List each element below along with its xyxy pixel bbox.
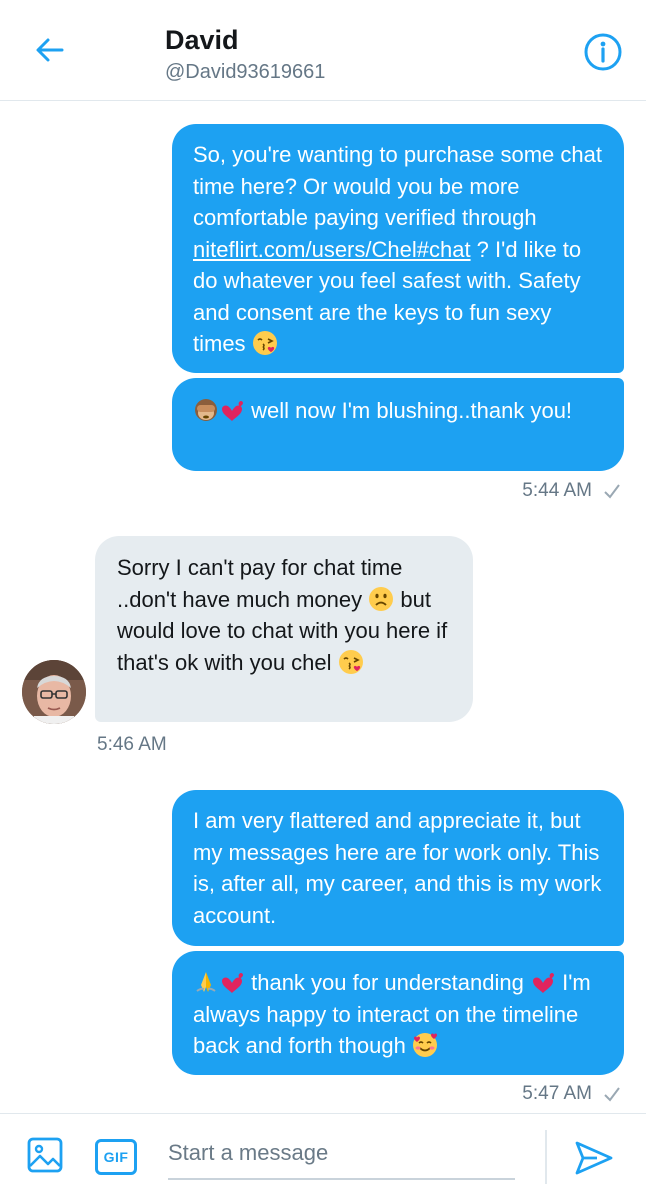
message-input[interactable] [168, 1132, 515, 1174]
info-icon [584, 33, 622, 71]
timestamp-text: 5:44 AM [522, 480, 592, 501]
back-button[interactable] [30, 30, 70, 70]
sent-message[interactable]: So, you're wanting to purchase some chat… [172, 124, 624, 373]
message-text: well now I'm blushing..thank you! [245, 398, 573, 423]
contact-handle: @David93619661 [165, 61, 326, 83]
send-button[interactable] [573, 1137, 615, 1179]
see-no-evil-monkey-icon [193, 397, 219, 423]
read-check-icon [604, 1087, 620, 1102]
message-input-wrapper [168, 1132, 515, 1180]
face-blowing-kiss-icon [252, 330, 278, 356]
sent-message[interactable]: well now I'm blushing..thank you! [172, 378, 624, 471]
avatar[interactable] [22, 660, 86, 724]
read-check-icon [604, 484, 620, 499]
sent-message[interactable]: thank you for understanding I'm always h… [172, 951, 624, 1075]
message-composer: GIF [0, 1113, 646, 1200]
add-image-button[interactable] [26, 1136, 64, 1174]
two-hearts-icon [219, 969, 245, 995]
two-hearts-icon [530, 969, 556, 995]
slightly-frowning-face-icon [368, 586, 394, 612]
avatar-image [22, 660, 86, 724]
received-message[interactable]: Sorry I can't pay for chat time ..don't … [95, 536, 473, 722]
conversation-header: David @David93619661 [0, 0, 646, 101]
image-icon [27, 1137, 63, 1173]
message-text: I am very flattered and appreciate it, b… [193, 808, 602, 928]
message-text: thank you for understanding [245, 970, 530, 995]
send-icon [575, 1141, 613, 1175]
info-button[interactable] [583, 32, 623, 72]
sent-message[interactable]: I am very flattered and appreciate it, b… [172, 790, 624, 946]
composer-divider [545, 1130, 547, 1184]
message-timestamp: 5:47 AM [522, 1082, 622, 1106]
contact-name: David [165, 25, 239, 55]
folded-hands-icon [193, 969, 219, 995]
add-gif-button[interactable]: GIF [95, 1139, 137, 1175]
timestamp-text: 5:47 AM [522, 1083, 592, 1104]
two-hearts-icon [219, 397, 245, 423]
smiling-face-with-hearts-icon [412, 1032, 438, 1058]
message-timestamp: 5:44 AM [522, 479, 622, 503]
message-text: Sorry I can't pay for chat time ..don't … [117, 555, 403, 612]
conversation-title[interactable]: David @David93619661 [165, 24, 325, 86]
face-blowing-kiss-icon [338, 649, 364, 675]
back-arrow-icon [36, 38, 64, 62]
timestamp-text: 5:46 AM [97, 734, 167, 755]
message-link[interactable]: niteflirt.com/users/Chel#chat [193, 237, 471, 262]
message-text: So, you're wanting to purchase some chat… [193, 142, 602, 230]
gif-label: GIF [103, 1149, 129, 1165]
message-timestamp: 5:46 AM [97, 733, 167, 757]
